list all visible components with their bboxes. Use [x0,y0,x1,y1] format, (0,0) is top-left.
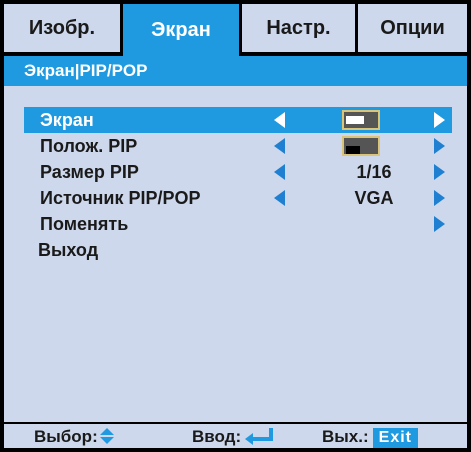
tab-bar: Изобр. Экран Настр. Опции [4,4,467,56]
pip-source-value: VGA [354,188,394,208]
menu-item-label: Полож. PIP [40,136,138,156]
tab-screen[interactable]: Экран [123,4,239,56]
pip-position-thumbnail-icon [342,136,380,156]
menu-item-label: Выход [38,240,99,260]
exit-hint: Вых.: Exit [322,427,418,448]
right-arrow-icon[interactable] [434,164,445,180]
breadcrumb: Экран|PIP/POP [4,56,467,86]
right-arrow-icon[interactable] [434,112,445,128]
menu-item-pip-size[interactable]: Размер PIP 1/16 [24,159,452,185]
menu-item-label: Экран [40,110,94,130]
tab-settings[interactable]: Настр. [242,4,355,52]
tab-image[interactable]: Изобр. [4,4,120,52]
left-arrow-icon[interactable] [274,164,285,180]
tab-options[interactable]: Опции [358,4,467,52]
left-arrow-icon[interactable] [274,112,285,128]
menu-item-screen[interactable]: Экран [24,107,452,133]
right-arrow-icon[interactable] [434,190,445,206]
footer-hints: Выбор: Ввод: Вых.: Exit [4,422,467,448]
enter-hint: Ввод: [192,427,275,447]
menu-item-label: Размер PIP [40,162,139,182]
pip-size-value: 1/16 [356,162,392,182]
exit-hint-label: Вых.: [322,427,369,446]
right-arrow-icon[interactable] [434,216,445,232]
osd-menu-frame: Изобр. Экран Настр. Опции Экран|PIP/POP … [0,0,471,452]
wide-screen-thumbnail-icon [342,110,380,130]
enter-hint-label: Ввод: [192,427,242,446]
exit-key-badge: Exit [372,428,418,448]
up-down-arrows-icon [99,428,114,444]
enter-key-icon [245,428,275,445]
menu-item-label: Поменять [40,214,129,234]
menu-item-exit[interactable]: Выход [24,237,452,263]
menu-item-label: Источник PIP/POP [40,188,201,208]
osd-menu-panel: Изобр. Экран Настр. Опции Экран|PIP/POP … [4,4,467,448]
select-hint: Выбор: [34,427,114,447]
menu-item-pip-source[interactable]: Источник PIP/POP VGA [24,185,452,211]
right-arrow-icon[interactable] [434,138,445,154]
menu-item-pip-position[interactable]: Полож. PIP [24,133,452,159]
left-arrow-icon[interactable] [274,190,285,206]
left-arrow-icon[interactable] [274,138,285,154]
menu-item-swap[interactable]: Поменять [24,211,452,237]
select-hint-label: Выбор: [34,427,98,446]
